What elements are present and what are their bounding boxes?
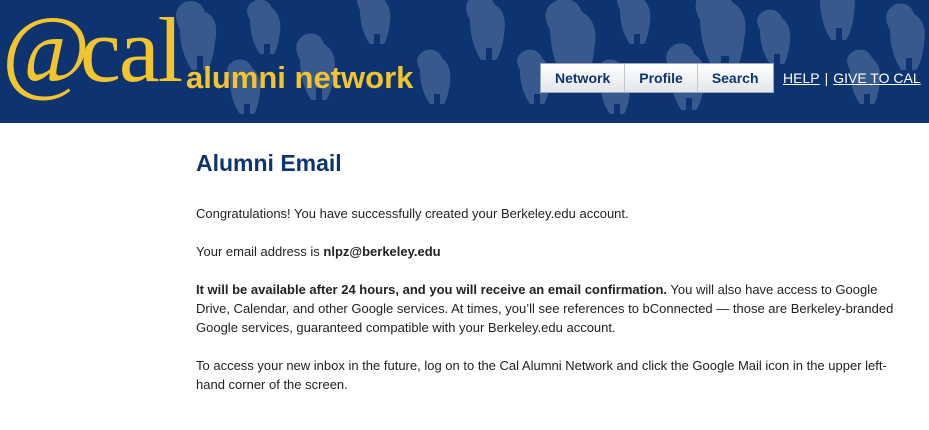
nav-search-button[interactable]: Search: [697, 64, 773, 92]
availability-text: It will be available after 24 hours, and…: [196, 280, 908, 337]
logo-network-text: alumni network: [186, 60, 414, 95]
site-header: @ cal alumni network Network Profile Sea…: [0, 0, 929, 123]
email-prefix-text: Your email address is: [196, 244, 324, 259]
main-content: Alumni Email Congratulations! You have s…: [196, 150, 908, 413]
logo-cal-text: cal: [80, 0, 183, 101]
link-separator: |: [824, 70, 829, 86]
utility-links: HELP | GIVE TO CAL: [783, 70, 921, 86]
nav-profile-button[interactable]: Profile: [625, 64, 698, 92]
access-instructions-text: To access your new inbox in the future, …: [196, 358, 887, 392]
give-to-cal-link[interactable]: GIVE TO CAL: [833, 70, 920, 86]
main-nav: Network Profile Search: [540, 63, 774, 93]
congratulations-text: Congratulations! You have successfully c…: [196, 206, 629, 221]
email-address-value: nlpz@berkeley.edu: [323, 244, 441, 259]
email-address-line: Your email address is nlpz@berkeley.edu: [196, 242, 908, 261]
page-title: Alumni Email: [196, 150, 342, 176]
logo-at-symbol: @: [2, 0, 91, 103]
availability-bold-text: It will be available after 24 hours, and…: [196, 282, 668, 297]
cal-alumni-network-logo[interactable]: @ cal alumni network: [0, 0, 440, 123]
help-link[interactable]: HELP: [783, 70, 820, 86]
nav-network-button[interactable]: Network: [541, 64, 626, 92]
